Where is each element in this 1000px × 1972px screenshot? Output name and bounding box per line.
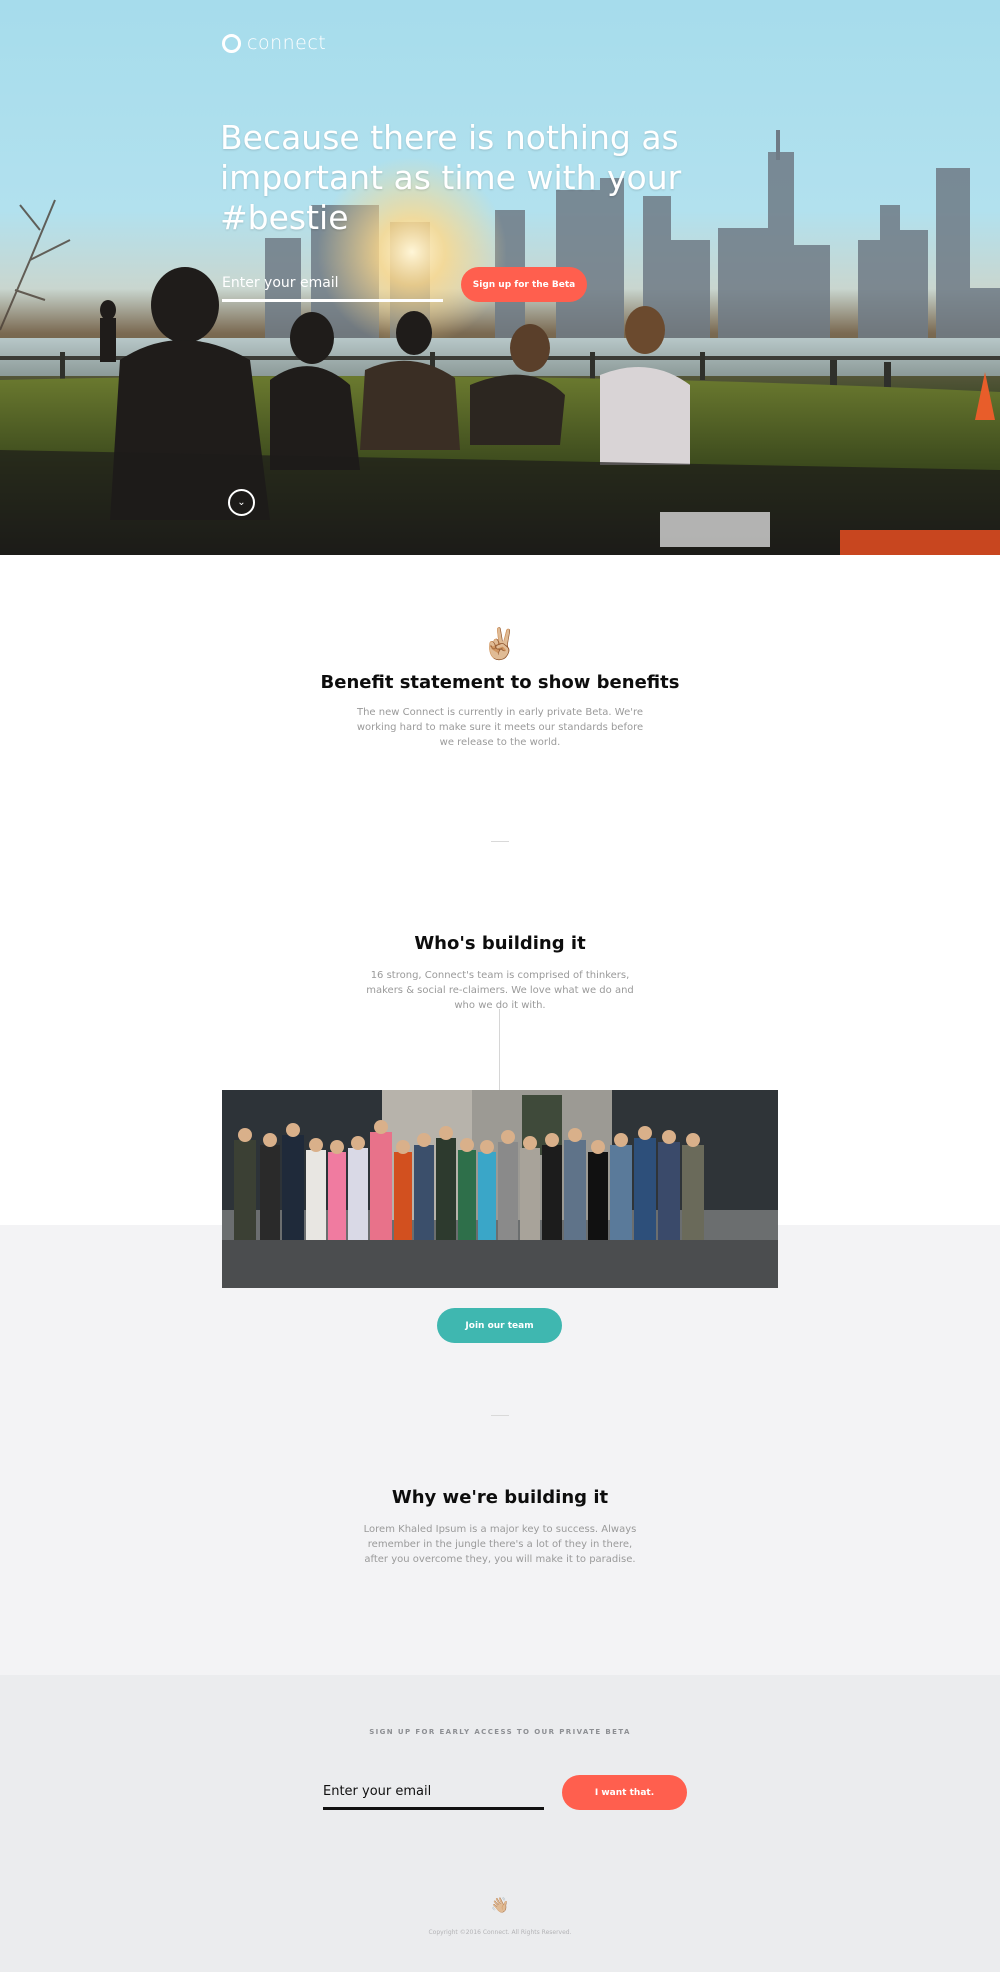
why-section: Why we're building it Lorem Khaled Ipsum… — [0, 1487, 1000, 1567]
copyright-text: Copyright ©2016 Connect. All Rights Rese… — [428, 1929, 572, 1936]
benefit-text: The new Connect is currently in early pr… — [356, 707, 644, 748]
signup-kicker: SIGN UP FOR EARLY ACCESS TO OUR PRIVATE … — [369, 1728, 631, 1736]
logo-ring-icon — [222, 33, 241, 53]
team-section: Who's building it 16 strong, Connect's t… — [0, 933, 1000, 1013]
hero-signup-form: Sign up for the Beta — [222, 267, 587, 302]
chevron-down-icon: ⌄ — [237, 497, 246, 508]
vertical-connector-line — [499, 1009, 500, 1090]
footer-band-background — [0, 1675, 1000, 1972]
grey-band-background — [0, 1225, 1000, 1675]
footer-signup-button[interactable]: I want that. — [562, 1775, 687, 1810]
benefit-title: Benefit statement to show benefits — [320, 672, 680, 693]
logo-wordmark: connect — [247, 32, 327, 54]
join-team-button[interactable]: Join our team — [437, 1308, 562, 1343]
hero-headline: Because there is nothing as important as… — [220, 118, 682, 237]
footer-email-input[interactable] — [323, 1775, 544, 1810]
waving-hand-icon: 👋🏼 — [490, 1897, 510, 1914]
section-divider-2 — [491, 1415, 509, 1416]
team-photo-image — [222, 1090, 778, 1288]
why-text: Lorem Khaled Ipsum is a major key to suc… — [363, 1524, 637, 1565]
footer-signup-form: I want that. — [323, 1775, 687, 1810]
team-photo — [222, 1090, 778, 1288]
section-divider — [491, 841, 509, 842]
scroll-down-button[interactable]: ⌄ — [228, 489, 255, 516]
hero-section: connect Because there is nothing as impo… — [0, 0, 1000, 555]
hero-email-input[interactable] — [222, 267, 443, 302]
brand-logo[interactable]: connect — [222, 32, 326, 54]
peace-sign-icon: ✌🏼 — [481, 628, 519, 661]
benefit-section: ✌🏼 Benefit statement to show benefits Th… — [0, 628, 1000, 750]
team-text: 16 strong, Connect's team is comprised o… — [366, 970, 634, 1011]
team-title: Who's building it — [414, 933, 586, 954]
hero-beta-signup-button[interactable]: Sign up for the Beta — [461, 267, 587, 302]
why-title: Why we're building it — [391, 1487, 609, 1508]
